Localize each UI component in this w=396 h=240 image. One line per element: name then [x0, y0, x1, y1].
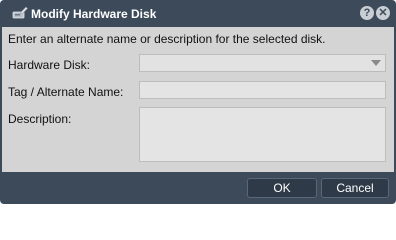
description-textarea[interactable]: [139, 107, 386, 162]
help-icon[interactable]: ?: [360, 6, 374, 20]
description-label: Description:: [8, 112, 72, 126]
ok-button[interactable]: OK: [247, 178, 317, 198]
dialog-body: Enter an alternate name or description f…: [2, 27, 394, 172]
instructions-text: Enter an alternate name or description f…: [8, 32, 326, 46]
tag-alternate-name-input[interactable]: [139, 81, 386, 99]
dialog-footer: OK Cancel: [0, 172, 396, 204]
dialog-titlebar[interactable]: Modify Hardware Disk ? ✕: [0, 0, 396, 27]
chevron-down-icon[interactable]: [371, 60, 381, 66]
dialog-title: Modify Hardware Disk: [31, 7, 157, 21]
tag-label: Tag / Alternate Name:: [8, 85, 124, 99]
modify-hardware-disk-dialog: Modify Hardware Disk ? ✕ Enter an altern…: [0, 0, 396, 204]
hard-disk-edit-icon: [12, 6, 28, 21]
hardware-disk-select[interactable]: [139, 54, 386, 72]
hardware-disk-label: Hardware Disk:: [8, 58, 91, 72]
close-icon[interactable]: ✕: [376, 6, 390, 20]
cancel-button[interactable]: Cancel: [321, 178, 389, 198]
